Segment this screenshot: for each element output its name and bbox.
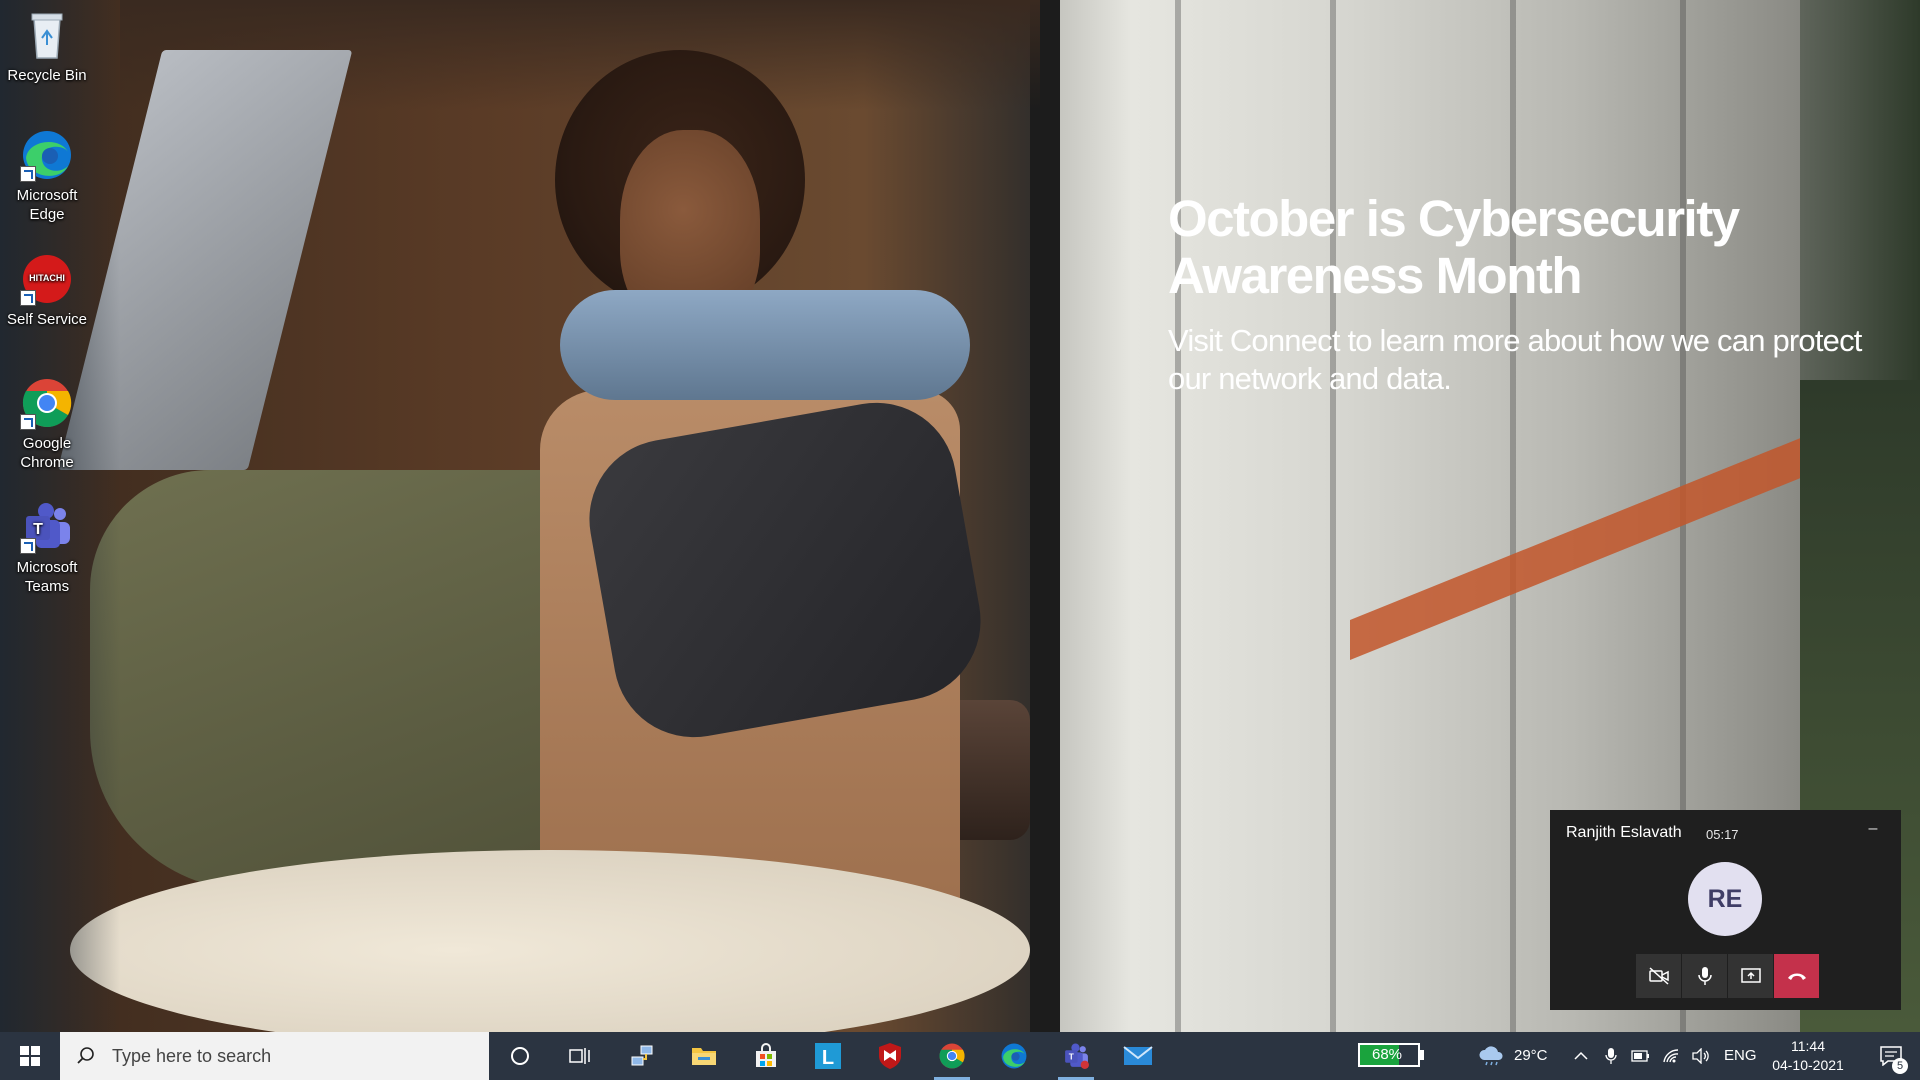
input-language[interactable]: ENG xyxy=(1724,1032,1757,1080)
mic-toggle-button[interactable] xyxy=(1682,954,1727,998)
desktop-icon-label: Microsoft Teams xyxy=(16,559,78,595)
desktop-icon-chrome[interactable]: Google Chrome xyxy=(2,376,92,472)
battery-icon xyxy=(1631,1050,1649,1062)
clock-date: 04-10-2021 xyxy=(1772,1057,1844,1073)
teams-icon: T xyxy=(20,500,74,554)
hang-up-icon xyxy=(1787,973,1806,980)
clock-time: 11:44 xyxy=(1791,1038,1825,1054)
task-view-button[interactable] xyxy=(554,1032,606,1080)
shortcut-arrow-icon xyxy=(20,538,36,554)
cortana-button[interactable] xyxy=(494,1032,546,1080)
svg-text:L: L xyxy=(822,1047,834,1069)
caller-name: Ranjith Eslavath xyxy=(1566,824,1682,841)
hang-up-button[interactable] xyxy=(1774,954,1819,998)
task-view-icon xyxy=(569,1048,590,1064)
wallpaper-van-seam xyxy=(1175,0,1181,1032)
taskbar-chrome[interactable] xyxy=(926,1032,978,1080)
battery-tray-button[interactable] xyxy=(1628,1032,1654,1080)
desktop-icon-label: Recycle Bin xyxy=(7,67,87,84)
show-hidden-icons-button[interactable] xyxy=(1568,1032,1594,1080)
file-explorer-icon xyxy=(692,1048,716,1065)
weather-button[interactable] xyxy=(1476,1032,1506,1080)
wifi-icon xyxy=(1663,1049,1679,1063)
call-duration: 05:17 xyxy=(1706,827,1739,842)
chrome-icon xyxy=(20,376,74,430)
wallpaper-door-frame xyxy=(1030,0,1060,1032)
taskbar-search-box[interactable]: Type here to search xyxy=(60,1032,489,1080)
microphone-icon xyxy=(1697,967,1712,985)
taskbar-network-app[interactable] xyxy=(616,1032,668,1080)
minimize-button[interactable]: – xyxy=(1865,821,1881,838)
call-controls xyxy=(1636,954,1820,998)
cortana-icon xyxy=(511,1047,529,1065)
action-center-button[interactable]: 5 xyxy=(1868,1032,1914,1080)
svg-text:T: T xyxy=(1069,1052,1074,1062)
camera-off-icon xyxy=(1648,967,1669,985)
edge-icon xyxy=(1001,1043,1027,1069)
svg-text:T: T xyxy=(33,521,43,538)
microphone-icon xyxy=(1605,1048,1617,1064)
wallpaper-van-seam xyxy=(1330,0,1336,1032)
desktop-icon-self-service[interactable]: HITACHI Self Service xyxy=(2,252,92,329)
desktop-icon-label: Self Service xyxy=(6,311,88,328)
teams-call-window[interactable]: Ranjith Eslavath 05:17 – RE xyxy=(1550,810,1901,1010)
wallpaper-neck-pillow xyxy=(560,290,970,400)
desktop-icon-edge[interactable]: Microsoft Edge xyxy=(2,128,92,224)
shortcut-arrow-icon xyxy=(20,290,36,306)
mcafee-icon xyxy=(879,1043,901,1069)
windows-logo-icon xyxy=(20,1046,40,1066)
shortcut-arrow-icon xyxy=(20,166,36,182)
mail-icon xyxy=(1123,1046,1153,1065)
microphone-tray-button[interactable] xyxy=(1598,1032,1624,1080)
wallpaper-message: October is Cybersecurity Awareness Month… xyxy=(1168,190,1868,398)
network-app-icon xyxy=(631,1045,653,1066)
taskbar: Type here to search L T 68% 29°C ENG 11:… xyxy=(0,1032,1920,1080)
start-button[interactable] xyxy=(0,1032,60,1080)
cloud-rain-icon xyxy=(1479,1046,1503,1066)
system-clock[interactable]: 11:44 04-10-2021 xyxy=(1768,1037,1848,1075)
desktop-icon-teams[interactable]: T Microsoft Teams xyxy=(2,500,92,596)
search-placeholder: Type here to search xyxy=(112,1045,272,1066)
svg-text:HITACHI: HITACHI xyxy=(29,273,65,283)
lenovo-icon: L xyxy=(815,1043,841,1069)
share-screen-button[interactable] xyxy=(1728,954,1773,998)
taskbar-edge[interactable] xyxy=(988,1032,1040,1080)
microsoft-store-icon xyxy=(756,1043,776,1067)
taskbar-microsoft-store[interactable] xyxy=(740,1032,792,1080)
share-screen-icon xyxy=(1740,968,1761,983)
volume-tray-button[interactable] xyxy=(1688,1032,1714,1080)
taskbar-mcafee[interactable] xyxy=(864,1032,916,1080)
wallpaper-subtext: Visit Connect to learn more about how we… xyxy=(1168,323,1862,396)
speaker-icon xyxy=(1692,1048,1709,1064)
wallpaper-headline: October is Cybersecurity Awareness Month xyxy=(1168,190,1740,304)
search-icon xyxy=(77,1047,94,1064)
weather-temperature[interactable]: 29°C xyxy=(1514,1032,1548,1080)
edge-icon xyxy=(20,128,74,182)
desktop-icon-label: Microsoft Edge xyxy=(16,187,78,223)
shortcut-arrow-icon xyxy=(20,414,36,430)
recycle-bin-icon xyxy=(20,8,74,62)
chrome-icon xyxy=(939,1043,965,1069)
camera-toggle-button[interactable] xyxy=(1636,954,1681,998)
notification-count-badge: 5 xyxy=(1892,1058,1908,1074)
desktop-icon-recycle-bin[interactable]: Recycle Bin xyxy=(2,8,92,85)
caller-avatar: RE xyxy=(1688,862,1762,936)
taskbar-file-explorer[interactable] xyxy=(678,1032,730,1080)
taskbar-mail[interactable] xyxy=(1112,1032,1164,1080)
wifi-tray-button[interactable] xyxy=(1658,1032,1684,1080)
wallpaper-van-seam xyxy=(1510,0,1516,1032)
taskbar-teams[interactable]: T xyxy=(1050,1032,1102,1080)
hitachi-self-service-icon: HITACHI xyxy=(20,252,74,306)
battery-tip xyxy=(1420,1050,1424,1060)
battery-indicator[interactable]: 68% xyxy=(1358,1043,1424,1067)
battery-percent: 68% xyxy=(1371,1046,1403,1063)
teams-icon: T xyxy=(1065,1043,1089,1069)
desktop-icon-label: Google Chrome xyxy=(20,435,74,471)
chevron-up-icon xyxy=(1574,1051,1588,1060)
taskbar-lenovo-app[interactable]: L xyxy=(802,1032,854,1080)
